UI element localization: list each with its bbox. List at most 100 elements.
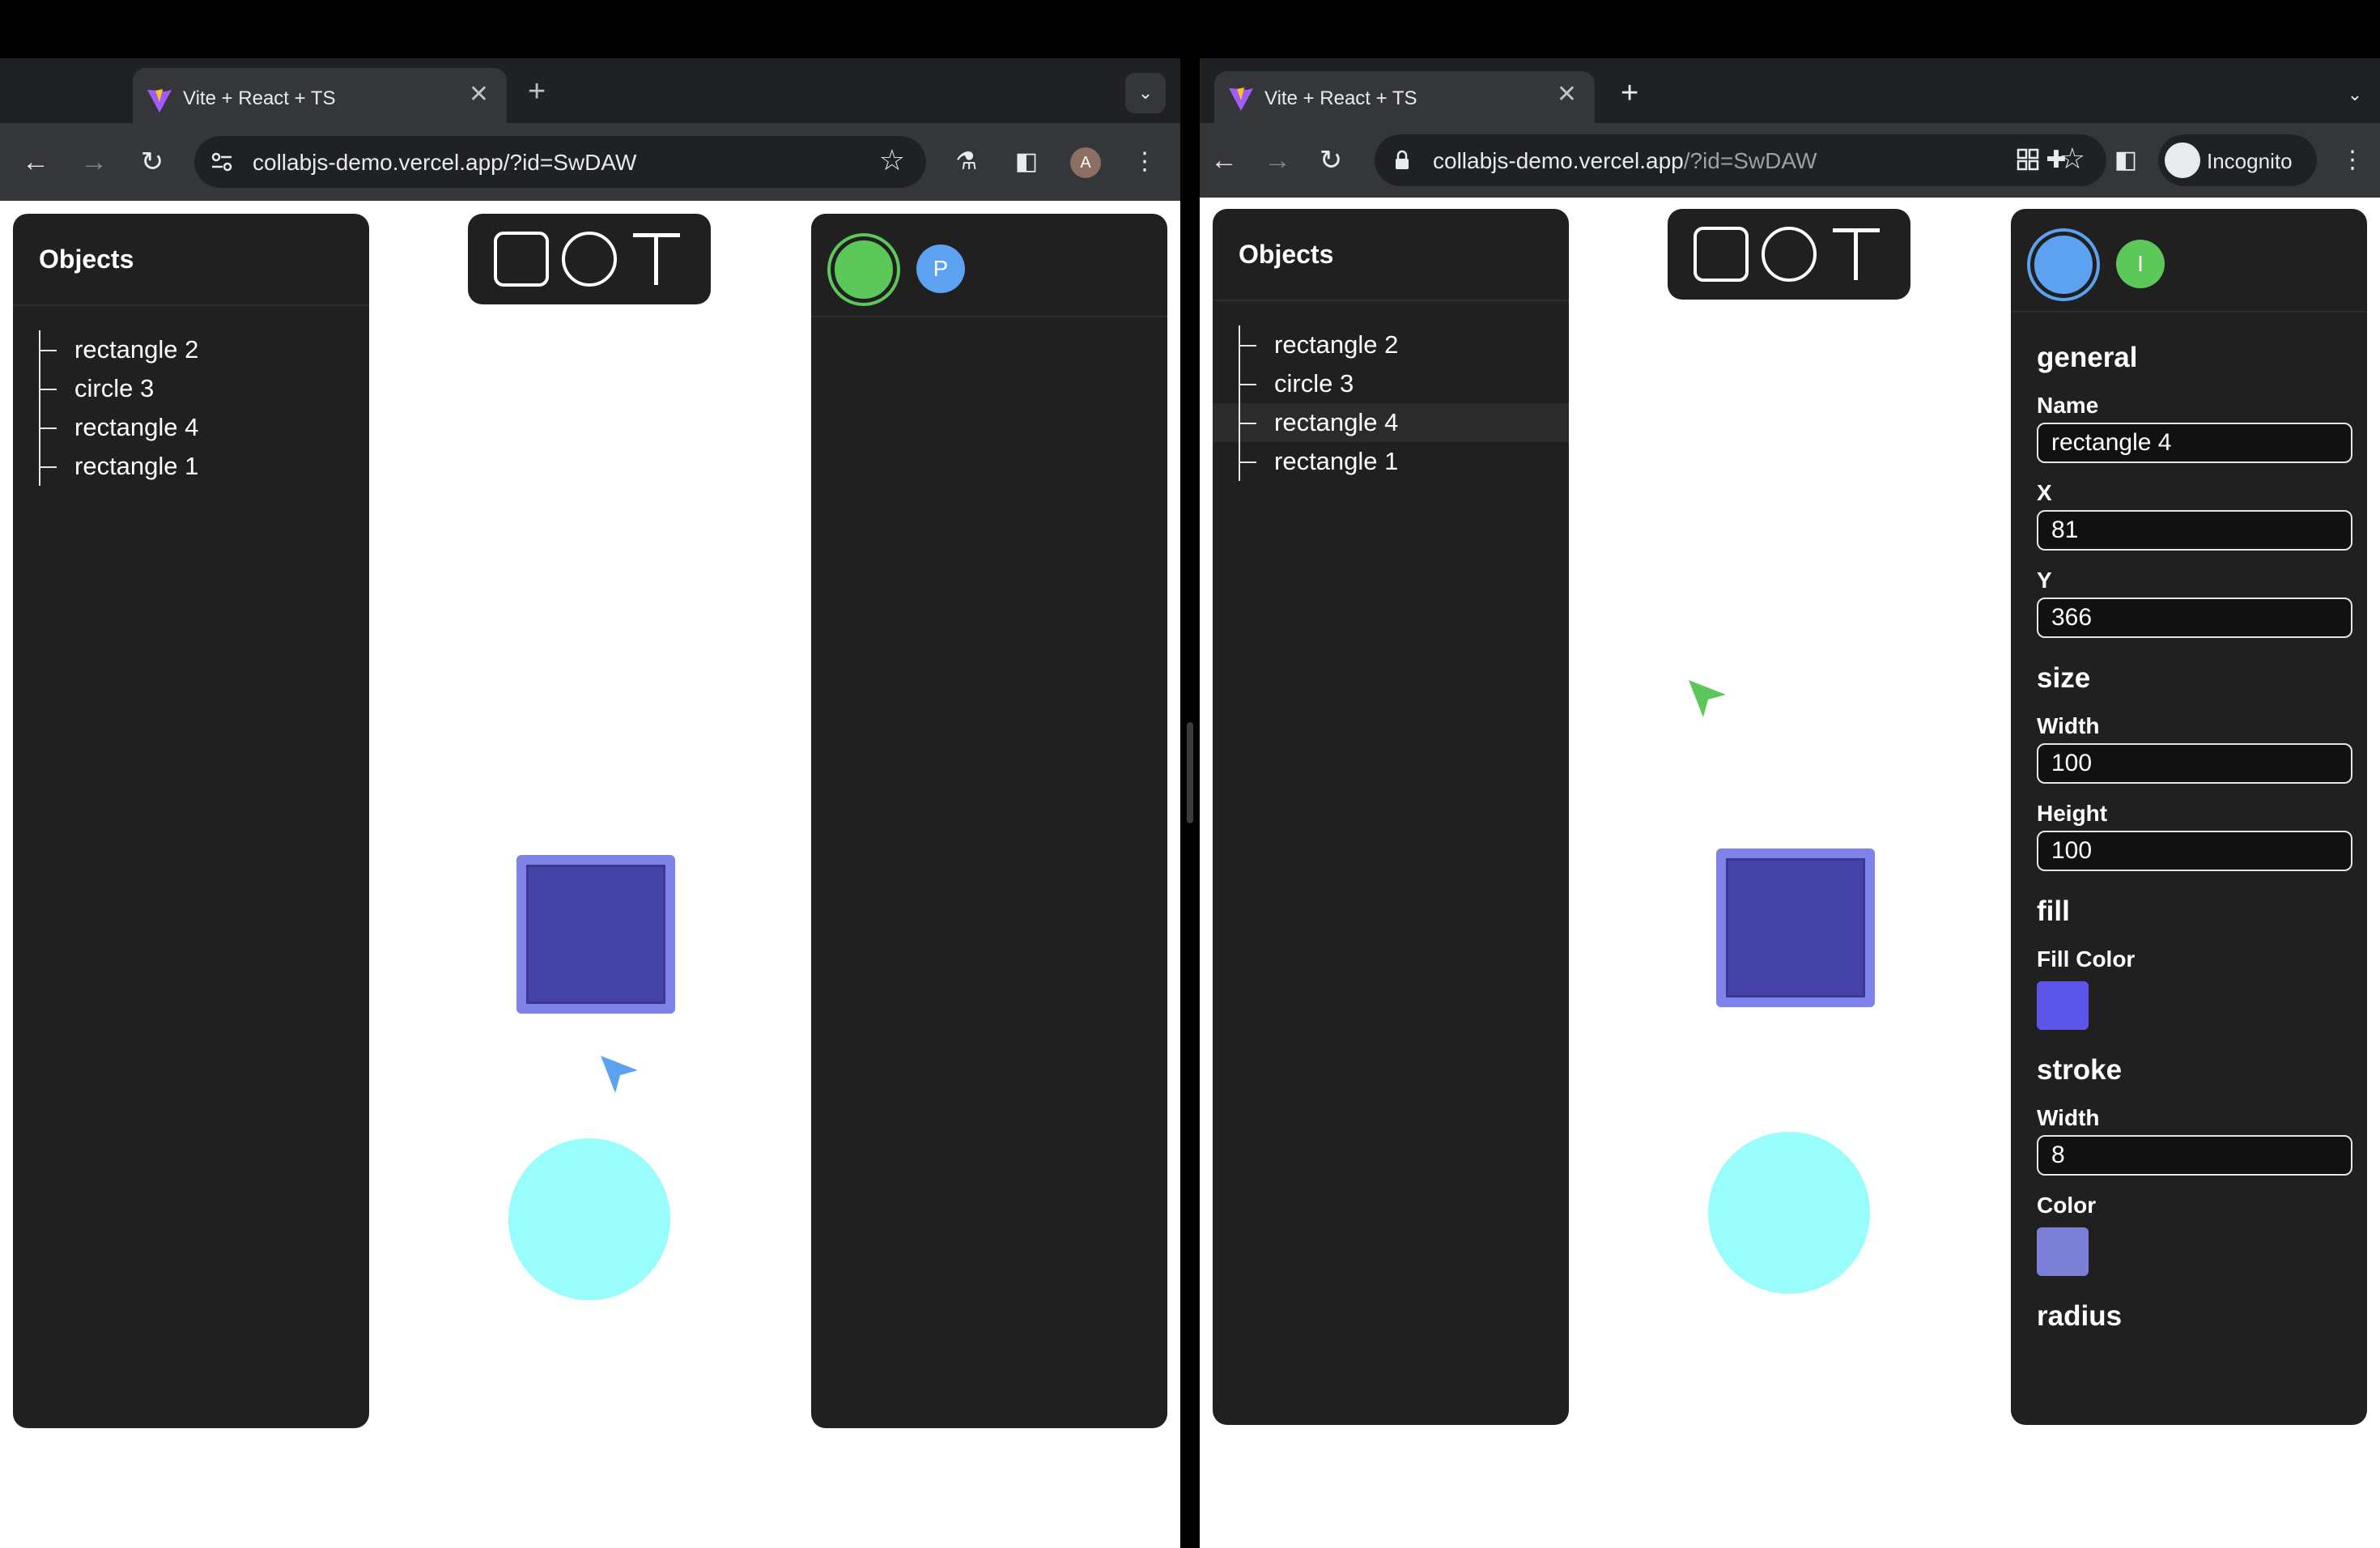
stroke-width-label: Width <box>2037 1105 2100 1130</box>
user-avatar[interactable]: P <box>2030 232 2097 298</box>
properties-panel: P I general Name rectangle 4 X 81 Y 366 … <box>2011 209 2367 1425</box>
chevron-down-icon[interactable]: ⌄ <box>2335 74 2375 115</box>
arrow-right-icon[interactable]: → <box>1253 123 1302 201</box>
kebab-menu-icon[interactable]: ⋮ <box>2330 123 2375 201</box>
address-bar[interactable]: collabjs-demo.vercel.app/?id=SwDAW ☆ <box>194 136 926 188</box>
object-tree: rectangle 2 circle 3 rectangle 4 rectang… <box>1213 325 1569 481</box>
star-icon[interactable]: ☆ <box>879 146 905 175</box>
flask-icon[interactable]: ⚗ <box>944 123 989 201</box>
text-tool-icon[interactable] <box>1828 227 1885 282</box>
arrow-left-icon[interactable]: ← <box>11 123 60 201</box>
incognito-badge[interactable]: Incognito <box>2158 134 2317 186</box>
width-label: Width <box>2037 713 2100 738</box>
fill-color-swatch[interactable] <box>2037 981 2089 1030</box>
section-radius: radius <box>2037 1300 2123 1332</box>
y-input[interactable]: 366 <box>2037 598 2352 638</box>
tree-item[interactable]: rectangle 2 <box>39 330 369 369</box>
browser-tab[interactable]: Vite + React + TS ✕ <box>1214 71 1595 123</box>
panel-title: Objects <box>39 245 134 274</box>
resize-handle[interactable] <box>1187 722 1193 823</box>
close-icon[interactable]: ✕ <box>469 83 489 107</box>
canvas-circle[interactable] <box>1708 1132 1870 1294</box>
chevron-down-icon[interactable]: ⌄ <box>1125 73 1166 113</box>
app-canvas[interactable]: Objects rectangle 2 circle 3 rectangle 4… <box>1200 198 2380 1548</box>
lock-icon <box>1396 150 1409 169</box>
shape-toolbar <box>1668 209 1910 300</box>
canvas-rectangle-selected[interactable] <box>1716 848 1875 1007</box>
tab-strip: Vite + React + TS ✕ + ⌄ <box>0 58 1180 123</box>
user-avatar[interactable]: I <box>831 236 897 303</box>
browser-tab[interactable]: Vite + React + TS ✕ <box>133 68 507 123</box>
canvas-circle[interactable] <box>508 1138 670 1300</box>
text-tool-icon[interactable] <box>628 232 685 287</box>
name-input[interactable]: rectangle 4 <box>2037 423 2352 463</box>
user-avatar[interactable]: I <box>2116 240 2165 288</box>
arrow-left-icon[interactable]: ← <box>1200 123 1248 201</box>
rectangle-tool-icon[interactable] <box>494 232 549 287</box>
plus-icon[interactable]: + <box>1621 78 1638 108</box>
url-text: collabjs-demo.vercel.app/?id=SwDAW <box>1433 148 1817 173</box>
rectangle-tool-icon[interactable] <box>1694 227 1749 282</box>
kebab-menu-icon[interactable]: ⋮ <box>1122 123 1167 201</box>
avatar[interactable]: A <box>1070 147 1101 178</box>
name-label: Name <box>2037 393 2099 418</box>
properties-panel: I P <box>811 214 1167 1428</box>
address-bar[interactable]: collabjs-demo.vercel.app/?id=SwDAW ☆ <box>1375 134 2106 186</box>
app-canvas[interactable]: Objects rectangle 2 circle 3 rectangle 4… <box>0 201 1180 1548</box>
section-fill: fill <box>2037 895 2070 927</box>
remote-cursor-icon <box>601 1056 638 1093</box>
tab-title: Vite + React + TS <box>183 87 336 109</box>
canvas-rectangle[interactable] <box>516 855 675 1014</box>
plus-icon[interactable]: + <box>528 76 546 107</box>
x-label: X <box>2037 480 2052 505</box>
divider <box>13 304 369 306</box>
circle-tool-icon[interactable] <box>1762 227 1817 282</box>
property-editor: general Name rectangle 4 X 81 Y 366 size… <box>2037 330 2352 1344</box>
objects-panel: Objects rectangle 2 circle 3 rectangle 4… <box>1213 209 1569 1425</box>
height-label: Height <box>2037 801 2108 826</box>
vite-logo-icon <box>1229 87 1253 111</box>
presence-bar: P I <box>2011 209 2367 313</box>
browser-window-right: Vite + React + TS ✕ + ⌄ ← → ↻ collabjs-d… <box>1200 58 2380 1548</box>
site-settings-icon[interactable] <box>209 149 235 175</box>
section-stroke: stroke <box>2037 1054 2123 1086</box>
object-tree: rectangle 2 circle 3 rectangle 4 rectang… <box>39 330 369 486</box>
x-input[interactable]: 81 <box>2037 510 2352 551</box>
width-input[interactable]: 100 <box>2037 743 2352 784</box>
side-panel-icon[interactable]: ◧ <box>2103 123 2148 201</box>
arrow-right-icon[interactable]: → <box>70 123 118 201</box>
section-size: size <box>2037 662 2091 694</box>
tab-title: Vite + React + TS <box>1264 87 1417 109</box>
reload-icon[interactable]: ↻ <box>128 123 176 201</box>
tree-item[interactable]: rectangle 2 <box>1239 325 1569 364</box>
incognito-icon <box>2165 142 2200 178</box>
tree-item-selected[interactable]: rectangle 4 <box>1213 403 1569 442</box>
browser-window-left: Vite + React + TS ✕ + ⌄ ← → ↻ collabjs-d… <box>0 58 1180 1548</box>
tree-item[interactable]: rectangle 1 <box>1239 442 1569 481</box>
stroke-width-input[interactable]: 8 <box>2037 1135 2352 1176</box>
divider <box>1213 300 1569 301</box>
user-avatar[interactable]: P <box>916 245 965 293</box>
browser-toolbar: ← → ↻ collabjs-demo.vercel.app/?id=SwDAW… <box>1200 123 2380 198</box>
remote-cursor-icon <box>1689 680 1726 717</box>
side-panel-icon[interactable]: ◧ <box>1004 123 1049 201</box>
puzzle-icon[interactable]: ✚ <box>2034 123 2079 201</box>
y-label: Y <box>2037 568 2052 593</box>
objects-panel: Objects rectangle 2 circle 3 rectangle 4… <box>13 214 369 1428</box>
shape-toolbar <box>468 214 711 304</box>
tree-item[interactable]: circle 3 <box>39 369 369 408</box>
stroke-color-swatch[interactable] <box>2037 1227 2089 1276</box>
close-icon[interactable]: ✕ <box>1557 83 1577 107</box>
stroke-color-label: Color <box>2037 1193 2097 1218</box>
tree-item[interactable]: circle 3 <box>1239 364 1569 403</box>
split-divider[interactable] <box>1180 58 1200 1548</box>
vite-logo-icon <box>147 89 172 113</box>
height-input[interactable]: 100 <box>2037 831 2352 871</box>
url-text: collabjs-demo.vercel.app/?id=SwDAW <box>253 150 637 175</box>
circle-tool-icon[interactable] <box>562 232 617 287</box>
reload-icon[interactable]: ↻ <box>1307 123 1355 201</box>
tree-item[interactable]: rectangle 4 <box>39 408 369 447</box>
panel-title: Objects <box>1239 240 1334 269</box>
tree-item[interactable]: rectangle 1 <box>39 447 369 486</box>
presence-bar: I P <box>811 214 1167 317</box>
